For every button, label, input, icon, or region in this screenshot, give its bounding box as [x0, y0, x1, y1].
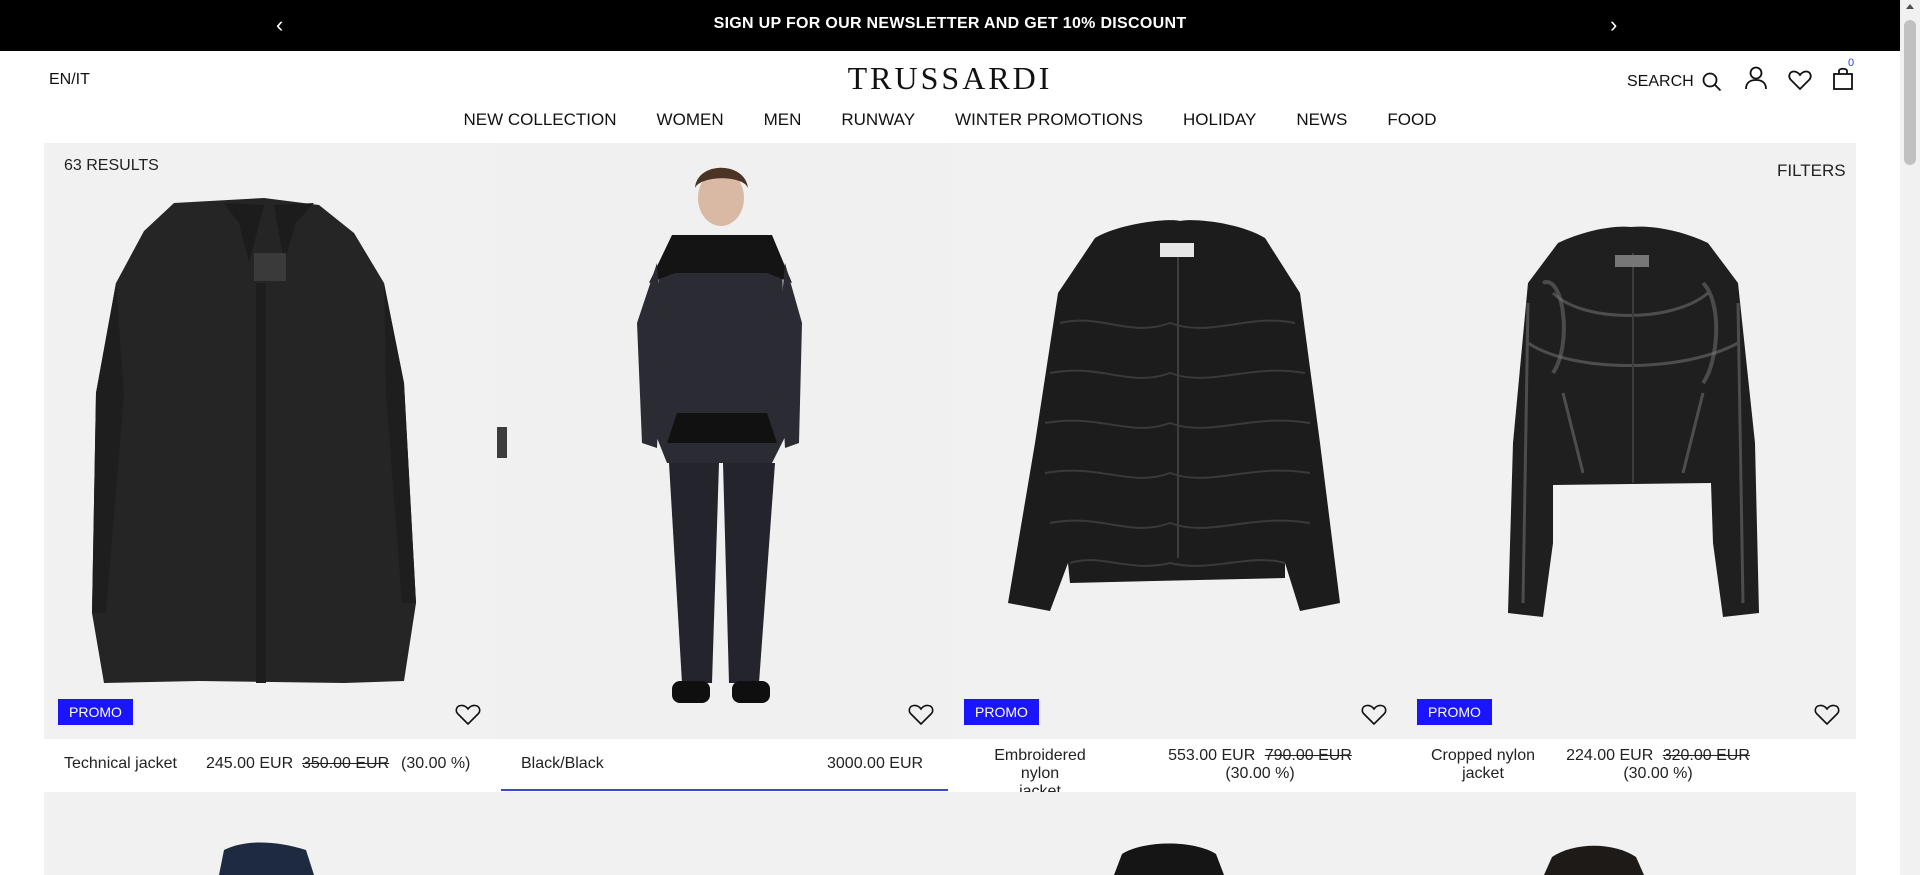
newsletter-banner: ‹ SIGN UP FOR OUR NEWSLETTER AND GET 10%… [0, 0, 1900, 51]
bag-count-badge: 0 [1848, 57, 1855, 69]
product-variant-name: Black/Black [521, 755, 604, 772]
product-discount: (30.00 %) [401, 755, 471, 772]
nav-holiday[interactable]: HOLIDAY [1183, 110, 1256, 130]
chevron-right-icon[interactable]: › [1610, 14, 1617, 36]
product-name-line1: Embroidered nylon [994, 747, 1086, 782]
product-image-runway-look [497, 143, 950, 739]
product-price: 224.00 EUR [1566, 747, 1654, 764]
heart-icon[interactable] [454, 701, 482, 727]
nav-runway[interactable]: RUNWAY [841, 110, 915, 130]
product-card[interactable]: 63 RESULTS PROMO [44, 143, 497, 739]
product-info[interactable]: Cropped nylon jacket 224.00 EUR 320.00 E… [1403, 739, 1856, 791]
product-price: 553.00 EUR [1168, 747, 1256, 764]
product-name: Cropped nylon jacket [1423, 747, 1543, 783]
nav-men[interactable]: MEN [764, 110, 802, 130]
wishlist-heart-icon[interactable] [1787, 67, 1813, 93]
product-name-line1: Cropped nylon [1430, 747, 1536, 764]
product-pricing: 553.00 EUR 790.00 EUR (30.00 %) [1160, 747, 1360, 783]
product-card[interactable]: PROMO [950, 143, 1403, 739]
results-count: 63 RESULTS [64, 157, 159, 174]
product-image-cropped-nylon-jacket [1508, 226, 1759, 617]
product-info[interactable]: Black/Black 3000.00 EUR [501, 739, 948, 791]
image-slider-handle[interactable] [497, 427, 507, 458]
nav-food[interactable]: FOOD [1387, 110, 1436, 130]
search-icon [1702, 72, 1721, 92]
nav-new-collection[interactable]: NEW COLLECTION [464, 110, 617, 130]
search-button[interactable]: SEARCH [1627, 72, 1722, 92]
product-card[interactable] [497, 143, 950, 739]
search-label: SEARCH [1627, 73, 1694, 90]
product-price: 245.00 EUR [206, 755, 294, 772]
product-name-line2: jacket [1462, 765, 1504, 782]
product-image-embroidered-nylon-jacket [1008, 220, 1340, 611]
promo-badge: PROMO [1417, 699, 1492, 725]
promo-badge: PROMO [964, 699, 1039, 725]
nav-news[interactable]: NEWS [1296, 110, 1347, 130]
heart-icon[interactable] [1813, 701, 1841, 727]
product-discount: (30.00 %) [1623, 765, 1693, 782]
product-old-price: 790.00 EUR [1264, 747, 1352, 764]
product-info[interactable]: Embroidered nylon jacket 553.00 EUR 790.… [950, 739, 1403, 800]
main-nav: NEW COLLECTION WOMEN MEN RUNWAY WINTER P… [0, 110, 1900, 130]
product-card[interactable]: PROMO [1403, 143, 1856, 739]
product-old-price: 350.00 EUR [302, 755, 390, 772]
product-grid-row-2 [44, 792, 1856, 875]
brand-logo[interactable]: TRUSSARDI [0, 60, 1900, 97]
heart-icon[interactable] [907, 701, 935, 727]
scrollbar-thumb[interactable] [1904, 20, 1916, 165]
nav-winter-promotions[interactable]: WINTER PROMOTIONS [955, 110, 1143, 130]
promo-badge: PROMO [58, 699, 133, 725]
product-info[interactable]: Technical jacket 245.00 EUR 350.00 EUR (… [44, 739, 497, 791]
product-old-price: 320.00 EUR [1662, 747, 1750, 764]
heart-icon[interactable] [1360, 701, 1388, 727]
product-price: 3000.00 EUR [827, 755, 924, 772]
scroll-up-arrow-icon[interactable] [1906, 4, 1914, 9]
product-image-technical-jacket [92, 198, 416, 683]
user-icon[interactable] [1743, 65, 1769, 91]
product-pricing: 224.00 EUR 320.00 EUR (30.00 %) [1553, 747, 1763, 783]
product-image-partial [219, 842, 1644, 875]
nav-women[interactable]: WOMEN [657, 110, 724, 130]
product-discount: (30.00 %) [1225, 765, 1295, 782]
product-name: Technical jacket [64, 755, 177, 772]
filters-button[interactable]: FILTERS [1777, 161, 1846, 181]
page-scrollbar[interactable] [1900, 0, 1920, 875]
